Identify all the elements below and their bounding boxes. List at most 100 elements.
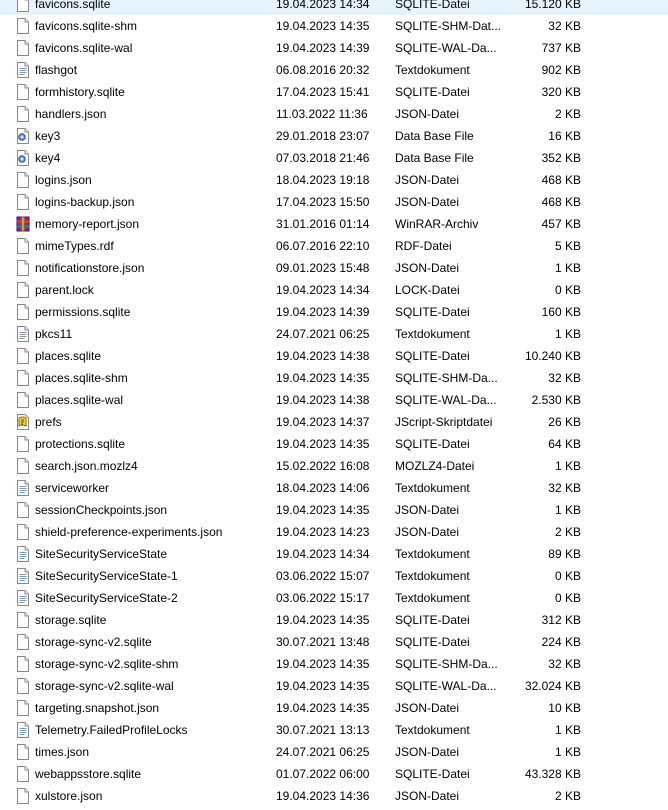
file-size: 43.328 KB: [524, 767, 581, 781]
file-row[interactable]: storage-sync-v2.sqlite-shm 19.04.2023 14:…: [0, 653, 668, 675]
file-type: JSON-Datei: [395, 107, 460, 121]
winrar-archive-icon: [16, 216, 30, 232]
file-icon: [16, 348, 30, 364]
file-type: Data Base File: [395, 129, 474, 143]
file-row[interactable]: places.sqlite 19.04.2023 14:38 SQLITE-Date…: [0, 345, 668, 367]
file-size: 457 KB: [541, 217, 581, 231]
file-row[interactable]: key3 29.01.2018 23:07 Data Base File 16 KB: [0, 125, 668, 147]
file-name: pkcs11: [35, 327, 73, 341]
file-type: Textdokument: [395, 723, 470, 737]
file-size: 0 KB: [554, 569, 581, 583]
file-type: SQLITE-Datei: [395, 437, 470, 451]
file-row[interactable]: notificationstore.json 09.01.2023 15:48 JS…: [0, 257, 668, 279]
file-row[interactable]: sessionCheckpoints.json 19.04.2023 14:35 J…: [0, 499, 668, 521]
file-row[interactable]: storage.sqlite 19.04.2023 14:35 SQLITE-Dat…: [0, 609, 668, 631]
file-row[interactable]: targeting.snapshot.json 19.04.2023 14:35 J…: [0, 697, 668, 719]
file-row[interactable]: key4 07.03.2018 21:46 Data Base File 352 KB: [0, 147, 668, 169]
file-size: 32 KB: [548, 19, 581, 33]
file-date: 19.04.2023 14:37: [276, 415, 370, 429]
file-icon: [16, 392, 30, 408]
file-row[interactable]: memory-report.json 31.01.2016 01:14 WinRAR…: [0, 213, 668, 235]
file-row[interactable]: webappsstore.sqlite 01.07.2022 06:00 SQLIT…: [0, 763, 668, 785]
file-row[interactable]: mimeTypes.rdf 06.07.2016 22:10 RDF-Datei 5 …: [0, 235, 668, 257]
file-row[interactable]: parent.lock 19.04.2023 14:34 LOCK-Datei 0 K…: [0, 279, 668, 301]
file-size: 2 KB: [554, 107, 581, 121]
file-row[interactable]: protections.sqlite 19.04.2023 14:35 SQLITE…: [0, 433, 668, 455]
file-size: 0 KB: [554, 283, 581, 297]
file-size: 89 KB: [548, 547, 581, 561]
file-row[interactable]: places.sqlite-shm 19.04.2023 14:35 SQLITE-…: [0, 367, 668, 389]
file-row[interactable]: xulstore.json 19.04.2023 14:36 JSON-Datei 2…: [0, 785, 668, 807]
file-list[interactable]: favicons.sqlite 19.04.2023 14:34 SQLITE-Da…: [0, 0, 668, 807]
file-name: storage-sync-v2.sqlite-wal: [35, 679, 174, 693]
file-date: 01.07.2022 06:00: [276, 767, 370, 781]
file-row[interactable]: SiteSecurityServiceState-1 03.06.2022 15:…: [0, 565, 668, 587]
file-name: key3: [35, 129, 61, 143]
file-row[interactable]: SiteSecurityServiceState-2 03.06.2022 15:…: [0, 587, 668, 609]
file-type: JSON-Datei: [395, 503, 460, 517]
file-icon: [16, 502, 30, 518]
file-row[interactable]: logins.json 18.04.2023 19:18 JSON-Datei 468…: [0, 169, 668, 191]
file-row[interactable]: favicons.sqlite 19.04.2023 14:34 SQLITE-Da…: [0, 0, 668, 15]
file-row[interactable]: shield-preference-experiments.json 19.04.…: [0, 521, 668, 543]
file-date: 30.07.2021 13:48: [276, 635, 370, 649]
file-name: storage-sync-v2.sqlite: [35, 635, 152, 649]
file-row[interactable]: formhistory.sqlite 17.04.2023 15:41 SQLITE…: [0, 81, 668, 103]
file-name: sessionCheckpoints.json: [35, 503, 168, 517]
file-row[interactable]: favicons.sqlite-shm 19.04.2023 14:35 SQLIT…: [0, 15, 668, 37]
file-size: 32 KB: [548, 481, 581, 495]
file-size: 1 KB: [554, 503, 581, 517]
file-date: 24.07.2021 06:25: [276, 745, 370, 759]
file-name: storage.sqlite: [35, 613, 107, 627]
file-size: 160 KB: [541, 305, 581, 319]
file-date: 06.08.2016 20:32: [276, 63, 370, 77]
file-row[interactable]: places.sqlite-wal 19.04.2023 14:38 SQLITE-…: [0, 389, 668, 411]
file-size: 26 KB: [548, 415, 581, 429]
file-row[interactable]: favicons.sqlite-wal 19.04.2023 14:39 SQLIT…: [0, 37, 668, 59]
file-row[interactable]: SiteSecurityServiceState 19.04.2023 14:34…: [0, 543, 668, 565]
file-type: JSON-Datei: [395, 261, 460, 275]
file-name: shield-preference-experiments.json: [35, 525, 223, 539]
file-row[interactable]: logins-backup.json 17.04.2023 15:50 JSON-D…: [0, 191, 668, 213]
file-row[interactable]: Telemetry.FailedProfileLocks 30.07.2021 1…: [0, 719, 668, 741]
file-size: 1 KB: [554, 745, 581, 759]
file-icon: [16, 260, 30, 276]
file-icon: [16, 700, 30, 716]
file-row[interactable]: search.json.mozlz4 15.02.2022 16:08 MOZLZ4…: [0, 455, 668, 477]
file-date: 03.06.2022 15:17: [276, 591, 370, 605]
database-file-icon: [16, 128, 30, 144]
file-type: SQLITE-Datei: [395, 349, 470, 363]
file-date: 06.07.2016 22:10: [276, 239, 370, 253]
file-row[interactable]: handlers.json 11.03.2022 11:36 JSON-Datei 2…: [0, 103, 668, 125]
file-icon: [16, 0, 30, 12]
file-row[interactable]: permissions.sqlite 19.04.2023 14:39 SQLITE…: [0, 301, 668, 323]
file-type: SQLITE-WAL-Da...: [395, 41, 497, 55]
file-name: prefs: [35, 415, 62, 429]
file-row[interactable]: flashgot 06.08.2016 20:32 Textdokument 902 …: [0, 59, 668, 81]
file-size: 224 KB: [541, 635, 581, 649]
file-row[interactable]: prefs 19.04.2023 14:37 JScript-Skriptdatei…: [0, 411, 668, 433]
file-row[interactable]: storage-sync-v2.sqlite-wal 19.04.2023 14:…: [0, 675, 668, 697]
file-row[interactable]: serviceworker 18.04.2023 14:06 Textdokumen…: [0, 477, 668, 499]
file-size: 468 KB: [541, 173, 581, 187]
file-icon: [16, 172, 30, 188]
text-document-icon: [16, 722, 30, 738]
file-type: SQLITE-SHM-Dat...: [395, 19, 502, 33]
file-date: 07.03.2018 21:46: [276, 151, 370, 165]
text-document-icon: [16, 546, 30, 562]
file-icon: [16, 194, 30, 210]
file-name: mimeTypes.rdf: [35, 239, 114, 253]
file-icon: [16, 612, 30, 628]
file-type: JSON-Datei: [395, 525, 460, 539]
file-date: 09.01.2023 15:48: [276, 261, 370, 275]
file-row[interactable]: pkcs11 24.07.2021 06:25 Textdokument 1 KB: [0, 323, 668, 345]
file-name: formhistory.sqlite: [35, 85, 125, 99]
file-name: flashgot: [35, 63, 78, 77]
file-row[interactable]: storage-sync-v2.sqlite 30.07.2021 13:48 SQ…: [0, 631, 668, 653]
file-icon: [16, 370, 30, 386]
file-date: 18.04.2023 19:18: [276, 173, 370, 187]
file-name: targeting.snapshot.json: [35, 701, 160, 715]
file-date: 17.04.2023 15:41: [276, 85, 370, 99]
file-row[interactable]: times.json 24.07.2021 06:25 JSON-Datei 1 KB: [0, 741, 668, 763]
file-name: webappsstore.sqlite: [35, 767, 142, 781]
